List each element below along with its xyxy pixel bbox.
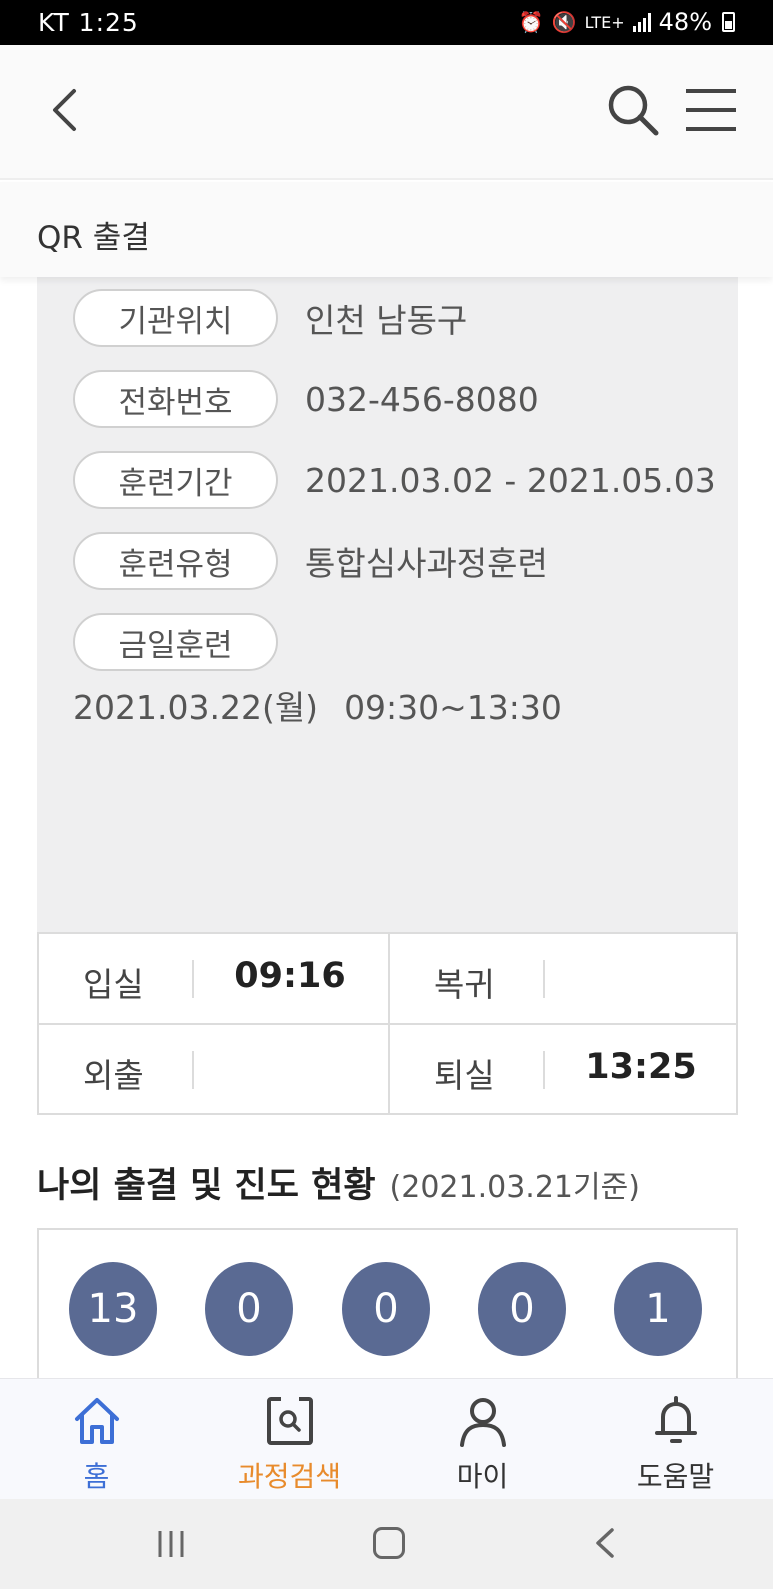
- nav-item-course-search[interactable]: 과정검색: [193, 1379, 386, 1500]
- info-label-pill: 훈련유형: [73, 532, 278, 590]
- signal-icon: [632, 12, 651, 32]
- bottom-navigation: 홈 과정검색 마이 도움말: [0, 1378, 773, 1499]
- info-row-period: 훈련기간 2021.03.02 - 2021.05.03: [73, 451, 716, 509]
- divider: [192, 1051, 194, 1089]
- info-label-pill: 전화번호: [73, 370, 278, 428]
- attendance-time: 13:25: [585, 1047, 697, 1087]
- course-info-panel: 기관위치 인천 남동구 전화번호 032-456-8080 훈련기간 2021.…: [37, 277, 738, 932]
- person-icon: [460, 1398, 506, 1447]
- info-label-pill: 금일훈련: [73, 613, 278, 671]
- today-schedule: 2021.03.22(월) 09:30~13:30: [73, 681, 562, 729]
- attendance-out-cell: 외출: [39, 1025, 387, 1114]
- divider: [543, 960, 545, 998]
- bell-icon: [655, 1396, 697, 1443]
- carrier-time: KT 1:25: [38, 8, 139, 37]
- info-row-location: 기관위치 인천 남동구: [73, 289, 467, 347]
- nav-item-my[interactable]: 마이: [386, 1379, 579, 1500]
- today-time: 09:30~13:30: [344, 688, 562, 727]
- page-title: QR 출결: [37, 220, 150, 256]
- today-date: 2021.03.22(월): [73, 688, 319, 727]
- attendance-exit-cell: 퇴실 13:25: [390, 1025, 738, 1114]
- battery-percent: 48%: [658, 8, 712, 36]
- attendance-time: 09:16: [234, 956, 346, 996]
- chevron-left-icon[interactable]: [44, 85, 94, 135]
- nav-label: 도움말: [636, 1460, 715, 1493]
- attendance-label: 퇴실: [434, 1056, 495, 1095]
- info-row-type: 훈련유형 통합심사과정훈련: [73, 532, 548, 590]
- attendance-entry-cell: 입실 09:16: [39, 934, 387, 1023]
- info-value: 통합심사과정훈련: [305, 544, 548, 583]
- info-value: 인천 남동구: [305, 301, 468, 340]
- attendance-label: 복귀: [434, 965, 495, 1004]
- attendance-label: 입실: [83, 965, 144, 1004]
- system-navigation-bar: [0, 1499, 773, 1589]
- nav-label: 과정검색: [237, 1460, 342, 1493]
- mute-icon: 🔇: [551, 10, 577, 34]
- hamburger-menu-icon[interactable]: [684, 85, 738, 135]
- status-count-circle[interactable]: 0: [478, 1262, 566, 1356]
- nav-label: 홈: [83, 1460, 110, 1493]
- attendance-label: 외출: [83, 1056, 144, 1095]
- attendance-table: 입실 09:16 복귀 외출 퇴실 13:25: [37, 932, 738, 1115]
- back-icon[interactable]: [590, 1527, 620, 1559]
- status-bar: KT 1:25 ⏰ 🔇 LTE+ 48%: [0, 0, 773, 45]
- status-count-circle[interactable]: 0: [342, 1262, 430, 1356]
- status-count-circle[interactable]: 1: [614, 1262, 702, 1356]
- info-value: 032-456-8080: [305, 379, 539, 419]
- network-label: LTE+: [584, 12, 625, 32]
- section-heading: 나의 출결 및 진도 현황: [37, 1166, 376, 1206]
- status-section-title: 나의 출결 및 진도 현황 (2021.03.21기준): [37, 1157, 640, 1208]
- recent-apps-icon[interactable]: [156, 1529, 186, 1559]
- page-subheader: QR 출결: [0, 182, 773, 277]
- home-icon: [75, 1398, 119, 1444]
- nav-item-home[interactable]: 홈: [0, 1379, 193, 1500]
- info-row-phone: 전화번호 032-456-8080: [73, 370, 539, 428]
- info-row-today: 금일훈련: [73, 613, 278, 671]
- attendance-return-cell: 복귀: [390, 934, 738, 1023]
- top-navigation: [0, 45, 773, 180]
- nav-item-help[interactable]: 도움말: [579, 1379, 772, 1500]
- info-label-pill: 훈련기간: [73, 451, 278, 509]
- course-search-icon: [267, 1396, 313, 1445]
- status-count-circle[interactable]: 13: [69, 1262, 157, 1356]
- status-icons: ⏰ 🔇 LTE+ 48%: [519, 8, 735, 36]
- alarm-icon: ⏰: [518, 10, 544, 34]
- battery-icon: [722, 12, 735, 32]
- status-count-circle[interactable]: 0: [205, 1262, 293, 1356]
- section-basis-date: (2021.03.21기준): [389, 1170, 640, 1205]
- home-button-icon[interactable]: [373, 1527, 405, 1559]
- search-icon[interactable]: [606, 83, 660, 137]
- info-label-pill: 기관위치: [73, 289, 278, 347]
- info-value: 2021.03.02 - 2021.05.03: [305, 460, 716, 500]
- nav-label: 마이: [456, 1460, 509, 1493]
